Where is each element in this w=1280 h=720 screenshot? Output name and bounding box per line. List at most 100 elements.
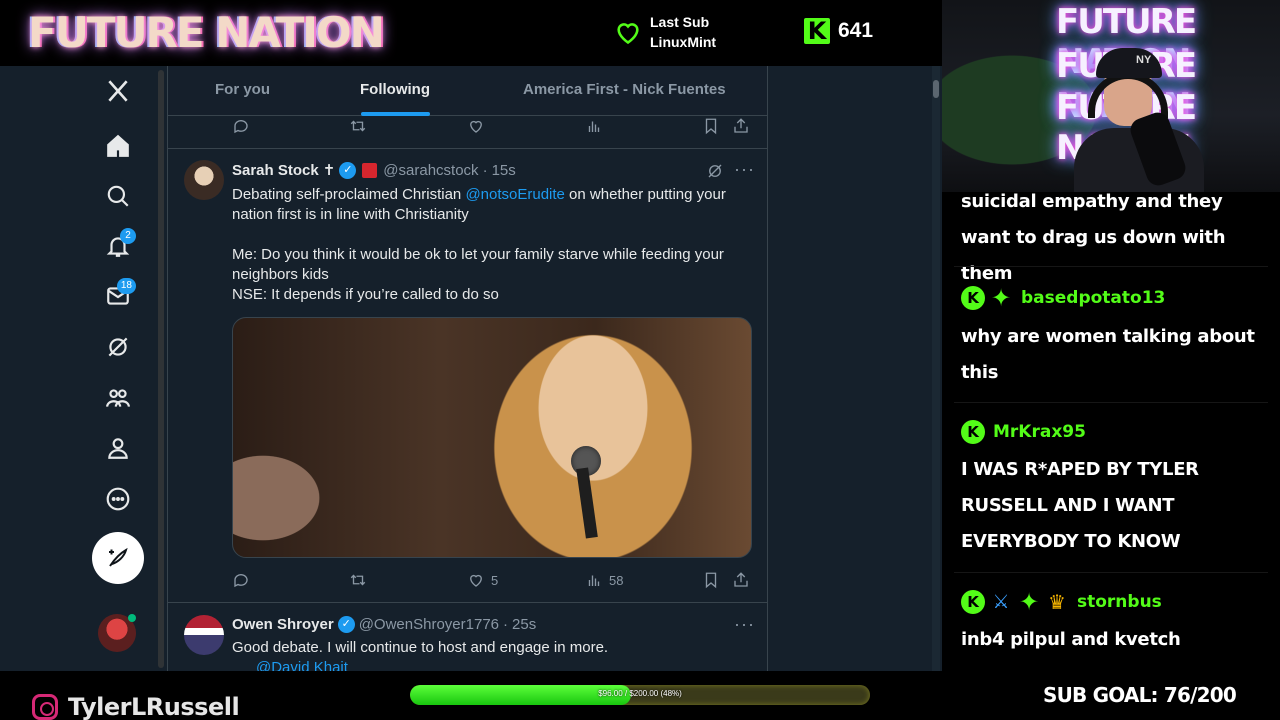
nav-search[interactable] <box>98 176 138 216</box>
tab-america-first[interactable]: America First - Nick Fuentes <box>523 81 726 98</box>
views-icon <box>588 575 600 586</box>
bookmark-button[interactable] <box>702 117 720 135</box>
reply-button[interactable] <box>232 571 250 589</box>
cap-logo: NY <box>1136 54 1152 66</box>
x-logo-glyph <box>108 80 128 102</box>
messages-badge: 18 <box>116 278 136 294</box>
author-name[interactable]: Owen Shroyer <box>232 616 334 633</box>
heart-icon <box>617 23 639 45</box>
bookmark-button[interactable] <box>702 571 720 589</box>
repost-button[interactable] <box>349 117 367 135</box>
brand-logo: FUTURE NATION <box>28 8 385 57</box>
online-dot <box>128 614 136 622</box>
author-handle[interactable]: @OwenShroyer1776 <box>359 616 499 633</box>
chat-divider <box>954 266 1268 267</box>
mention-link[interactable]: @David Khait <box>256 658 556 671</box>
nav-more[interactable] <box>98 479 138 519</box>
nav-messages[interactable]: 18 <box>98 276 138 316</box>
account-avatar[interactable] <box>98 614 136 652</box>
home-icon <box>107 134 129 157</box>
bookmark-icon <box>705 572 717 589</box>
stream-bottom-overlay: TylerLRussell $96.00 / $200.00 (48%) SUB… <box>0 671 1280 720</box>
avatar[interactable] <box>184 615 224 655</box>
star-badge-icon: ✦ <box>990 284 1012 312</box>
reply-button[interactable] <box>232 117 250 135</box>
profile-icon <box>108 438 128 459</box>
instagram-handle-widget: TylerLRussell <box>32 693 240 720</box>
notifications-badge: 2 <box>120 228 136 244</box>
tweet-text: Good debate. I will continue to host and… <box>232 639 609 656</box>
repost-icon <box>350 574 366 586</box>
chat-username[interactable]: basedpotato13 <box>1021 288 1165 308</box>
chat-username[interactable]: MrKrax95 <box>993 422 1086 442</box>
chat-message-header: K ✦ basedpotato13 <box>961 284 1165 312</box>
viewer-count: 641 <box>838 19 874 42</box>
share-button[interactable] <box>732 117 750 135</box>
instagram-handle: TylerLRussell <box>68 693 240 720</box>
compose-button[interactable] <box>92 532 144 584</box>
bookmark-icon <box>705 118 717 135</box>
tweet-video[interactable] <box>232 317 752 558</box>
viewer-count-widget: K 641 <box>804 18 873 44</box>
mention-text[interactable]: @David Khait <box>256 659 348 671</box>
verified-badge-icon: ✓ <box>337 616 355 633</box>
nav-profile[interactable] <box>98 428 138 468</box>
stream-top-overlay: FUTURE NATION Last Sub LinuxMint K 641 <box>0 0 940 66</box>
last-sub-label: Last Sub <box>650 14 710 30</box>
author-handle[interactable]: @sarahcstock <box>383 162 478 179</box>
x-app: 2 18 For you Following America First - N… <box>0 66 942 671</box>
share-button[interactable] <box>732 571 750 589</box>
last-sub-name: LinuxMint <box>650 34 717 50</box>
streamer: NY <box>1074 48 1204 192</box>
cap: NY <box>1096 48 1162 78</box>
previous-tweet-actions <box>232 117 752 137</box>
divider <box>168 148 767 149</box>
left-nav-scrollbar[interactable] <box>158 70 164 668</box>
nav-notifications[interactable]: 2 <box>98 226 138 266</box>
chat-username[interactable]: stornbus <box>1077 592 1162 612</box>
tweet-text-part: Debating self-proclaimed Christian <box>232 186 466 203</box>
kick-badge-icon: K <box>961 420 985 444</box>
donation-goal-label: $96.00 / $200.00 (48%) <box>598 689 682 698</box>
timeline-tabs: For you Following America First - Nick F… <box>168 66 767 116</box>
like-button[interactable] <box>467 117 485 135</box>
chat-panel: suicidal empathy and they want to drag u… <box>942 192 1280 671</box>
more-options-icon[interactable]: ··· <box>734 159 755 180</box>
last-sub-widget: Last Sub LinuxMint <box>614 12 716 52</box>
mention-link[interactable]: @notsoErudite <box>465 186 564 203</box>
nav-communities[interactable] <box>98 378 138 418</box>
author-name[interactable]: Sarah Stock <box>232 162 319 179</box>
grok-icon[interactable] <box>706 162 724 180</box>
chat-message-text: why are women talking about this <box>961 326 1255 383</box>
tweet-header: Sarah Stock ✝ ✓ @sarahcstock · 15s <box>232 161 516 179</box>
like-button[interactable]: 5 <box>467 571 498 589</box>
reply-icon <box>234 120 248 134</box>
active-tab-indicator <box>361 112 430 116</box>
communities-icon <box>106 389 130 407</box>
x-logo-icon[interactable] <box>98 71 138 111</box>
page-scrollbar[interactable] <box>932 66 940 671</box>
tab-following[interactable]: Following <box>360 81 430 98</box>
more-options-icon[interactable]: ··· <box>734 614 755 635</box>
star-badge-icon: ✦ <box>1018 588 1040 616</box>
tweet-time[interactable]: 25s <box>512 616 536 633</box>
like-count: 5 <box>491 572 499 588</box>
tweet-time[interactable]: 15s <box>492 162 516 179</box>
scrollbar-thumb[interactable] <box>933 80 939 98</box>
nav-home[interactable] <box>98 126 138 166</box>
nav-grok[interactable] <box>98 327 138 367</box>
views-button[interactable] <box>585 117 603 135</box>
view-count: 58 <box>609 572 624 588</box>
chat-message-header: K MrKrax95 <box>961 420 1086 444</box>
crown-badge-icon: ♛ <box>1048 591 1066 614</box>
views-button[interactable]: 58 <box>585 571 623 589</box>
tab-for-you[interactable]: For you <box>215 81 270 98</box>
flag-icon <box>362 162 378 178</box>
repost-button[interactable] <box>349 571 367 589</box>
share-icon <box>734 118 748 133</box>
left-nav: 2 18 <box>0 66 158 671</box>
chat-message-header: K ⚔ ✦ ♛ stornbus <box>961 588 1162 616</box>
tweet-header: Owen Shroyer ✓ @OwenShroyer1776 · 25s <box>232 616 536 633</box>
avatar[interactable] <box>184 160 224 200</box>
repost-icon <box>350 120 366 132</box>
